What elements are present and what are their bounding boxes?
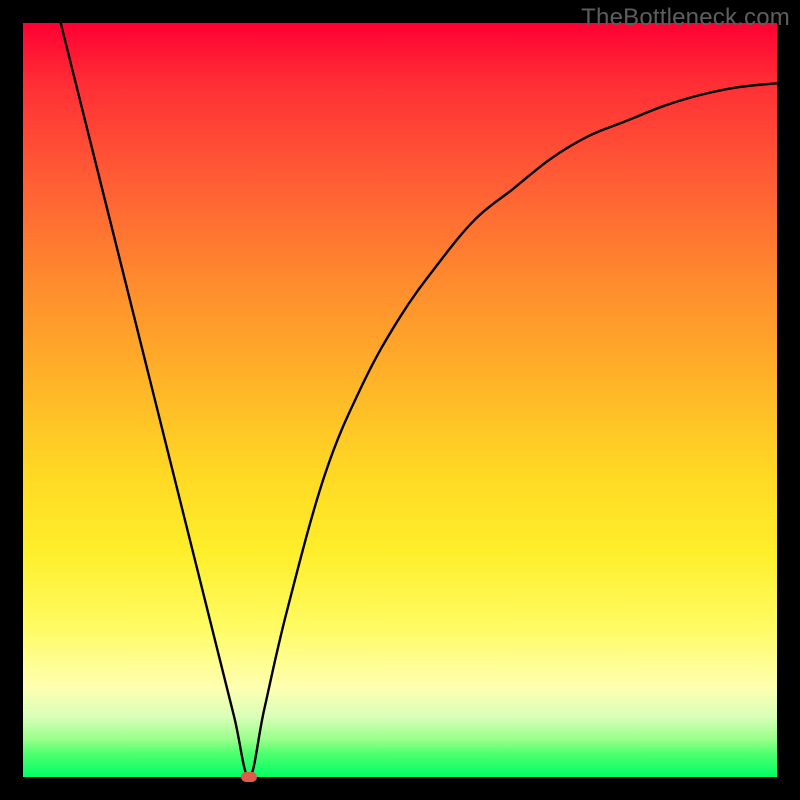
bottleneck-curve-path [61,23,777,777]
chart-frame: TheBottleneck.com [0,0,800,800]
plot-area [23,23,777,777]
curve-svg [23,23,777,777]
minimum-marker [241,772,257,782]
